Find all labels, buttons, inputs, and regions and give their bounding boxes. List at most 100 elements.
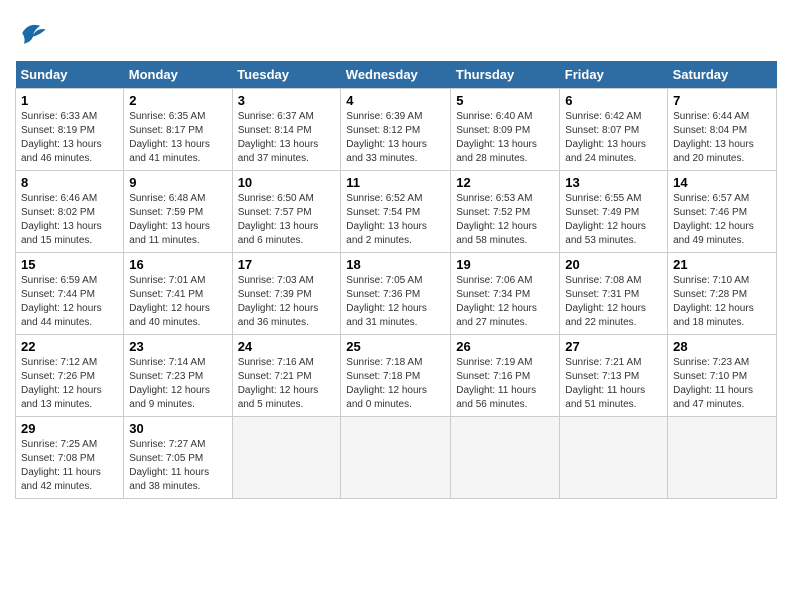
day-number: 2	[129, 93, 226, 108]
day-info: Sunrise: 6:33 AMSunset: 8:19 PMDaylight:…	[21, 110, 118, 166]
calendar-cell: 7Sunrise: 6:44 AMSunset: 8:04 PMDaylight…	[668, 89, 777, 171]
day-info: Sunrise: 7:01 AMSunset: 7:41 PMDaylight:…	[129, 274, 226, 330]
day-info: Sunrise: 6:42 AMSunset: 8:07 PMDaylight:…	[565, 110, 662, 166]
day-info: Sunrise: 7:08 AMSunset: 7:31 PMDaylight:…	[565, 274, 662, 330]
day-info: Sunrise: 6:37 AMSunset: 8:14 PMDaylight:…	[238, 110, 336, 166]
day-info: Sunrise: 6:48 AMSunset: 7:59 PMDaylight:…	[129, 192, 226, 248]
day-number: 30	[129, 421, 226, 436]
day-number: 21	[673, 257, 771, 272]
calendar-cell: 18 Sunrise: 7:05 AMSunset: 7:36 PMDayligh…	[341, 253, 451, 335]
day-number: 29	[21, 421, 118, 436]
day-info: Sunrise: 7:03 AMSunset: 7:39 PMDaylight:…	[238, 274, 336, 330]
weekday-header-monday: Monday	[124, 61, 232, 89]
logo-bird-icon	[15, 15, 51, 51]
calendar-cell: 9 Sunrise: 6:48 AMSunset: 7:59 PMDaylight…	[124, 171, 232, 253]
week-row-4: 22Sunrise: 7:12 AMSunset: 7:26 PMDayligh…	[16, 335, 777, 417]
weekday-header-wednesday: Wednesday	[341, 61, 451, 89]
calendar-cell: 29 Sunrise: 7:25 AMSunset: 7:08 PMDayligh…	[16, 417, 124, 499]
calendar-cell: 6 Sunrise: 6:42 AMSunset: 8:07 PMDaylight…	[560, 89, 668, 171]
calendar-cell: 10Sunrise: 6:50 AMSunset: 7:57 PMDayligh…	[232, 171, 341, 253]
day-info: Sunrise: 6:57 AMSunset: 7:46 PMDaylight:…	[673, 192, 771, 248]
calendar-cell: 4 Sunrise: 6:39 AMSunset: 8:12 PMDaylight…	[341, 89, 451, 171]
day-number: 28	[673, 339, 771, 354]
day-info: Sunrise: 7:23 AMSunset: 7:10 PMDaylight:…	[673, 356, 771, 412]
day-number: 5	[456, 93, 554, 108]
day-info: Sunrise: 6:46 AMSunset: 8:02 PMDaylight:…	[21, 192, 118, 248]
day-info: Sunrise: 6:40 AMSunset: 8:09 PMDaylight:…	[456, 110, 554, 166]
calendar-cell: 23 Sunrise: 7:14 AMSunset: 7:23 PMDayligh…	[124, 335, 232, 417]
day-info: Sunrise: 6:55 AMSunset: 7:49 PMDaylight:…	[565, 192, 662, 248]
day-number: 16	[129, 257, 226, 272]
calendar-cell: 14 Sunrise: 6:57 AMSunset: 7:46 PMDayligh…	[668, 171, 777, 253]
day-number: 9	[129, 175, 226, 190]
day-number: 23	[129, 339, 226, 354]
week-row-1: 1 Sunrise: 6:33 AMSunset: 8:19 PMDaylight…	[16, 89, 777, 171]
calendar-cell	[451, 417, 560, 499]
calendar-cell: 1 Sunrise: 6:33 AMSunset: 8:19 PMDaylight…	[16, 89, 124, 171]
day-info: Sunrise: 7:18 AMSunset: 7:18 PMDaylight:…	[346, 356, 445, 412]
day-info: Sunrise: 6:44 AMSunset: 8:04 PMDaylight:…	[673, 110, 771, 166]
calendar-cell: 8 Sunrise: 6:46 AMSunset: 8:02 PMDaylight…	[16, 171, 124, 253]
day-info: Sunrise: 7:10 AMSunset: 7:28 PMDaylight:…	[673, 274, 771, 330]
day-info: Sunrise: 6:39 AMSunset: 8:12 PMDaylight:…	[346, 110, 445, 166]
day-number: 4	[346, 93, 445, 108]
day-info: Sunrise: 7:27 AMSunset: 7:05 PMDaylight:…	[129, 438, 226, 494]
day-number: 14	[673, 175, 771, 190]
day-info: Sunrise: 6:52 AMSunset: 7:54 PMDaylight:…	[346, 192, 445, 248]
day-number: 19	[456, 257, 554, 272]
day-info: Sunrise: 7:14 AMSunset: 7:23 PMDaylight:…	[129, 356, 226, 412]
day-number: 12	[456, 175, 554, 190]
day-info: Sunrise: 7:16 AMSunset: 7:21 PMDaylight:…	[238, 356, 336, 412]
calendar-table: SundayMondayTuesdayWednesdayThursdayFrid…	[15, 61, 777, 499]
calendar-cell: 17 Sunrise: 7:03 AMSunset: 7:39 PMDayligh…	[232, 253, 341, 335]
day-info: Sunrise: 7:06 AMSunset: 7:34 PMDaylight:…	[456, 274, 554, 330]
day-number: 3	[238, 93, 336, 108]
day-number: 6	[565, 93, 662, 108]
calendar-cell: 25 Sunrise: 7:18 AMSunset: 7:18 PMDayligh…	[341, 335, 451, 417]
day-number: 24	[238, 339, 336, 354]
day-number: 25	[346, 339, 445, 354]
calendar-cell: 26Sunrise: 7:19 AMSunset: 7:16 PMDayligh…	[451, 335, 560, 417]
weekday-header-friday: Friday	[560, 61, 668, 89]
day-number: 13	[565, 175, 662, 190]
calendar-cell: 3 Sunrise: 6:37 AMSunset: 8:14 PMDaylight…	[232, 89, 341, 171]
day-info: Sunrise: 7:12 AMSunset: 7:26 PMDaylight:…	[21, 356, 118, 412]
week-row-2: 8 Sunrise: 6:46 AMSunset: 8:02 PMDaylight…	[16, 171, 777, 253]
day-info: Sunrise: 6:50 AMSunset: 7:57 PMDaylight:…	[238, 192, 336, 248]
calendar-cell: 30 Sunrise: 7:27 AMSunset: 7:05 PMDayligh…	[124, 417, 232, 499]
weekday-header-sunday: Sunday	[16, 61, 124, 89]
day-number: 8	[21, 175, 118, 190]
weekday-header-thursday: Thursday	[451, 61, 560, 89]
day-number: 26	[456, 339, 554, 354]
calendar-cell	[668, 417, 777, 499]
calendar-cell: 13 Sunrise: 6:55 AMSunset: 7:49 PMDayligh…	[560, 171, 668, 253]
calendar-cell: 12Sunrise: 6:53 AMSunset: 7:52 PMDayligh…	[451, 171, 560, 253]
calendar-cell: 11 Sunrise: 6:52 AMSunset: 7:54 PMDayligh…	[341, 171, 451, 253]
week-row-3: 15 Sunrise: 6:59 AMSunset: 7:44 PMDayligh…	[16, 253, 777, 335]
page-header	[15, 15, 777, 51]
calendar-cell: 20 Sunrise: 7:08 AMSunset: 7:31 PMDayligh…	[560, 253, 668, 335]
weekday-header-tuesday: Tuesday	[232, 61, 341, 89]
calendar-cell: 2Sunrise: 6:35 AMSunset: 8:17 PMDaylight…	[124, 89, 232, 171]
calendar-cell: 19 Sunrise: 7:06 AMSunset: 7:34 PMDayligh…	[451, 253, 560, 335]
calendar-cell: 27 Sunrise: 7:21 AMSunset: 7:13 PMDayligh…	[560, 335, 668, 417]
day-number: 18	[346, 257, 445, 272]
day-info: Sunrise: 7:25 AMSunset: 7:08 PMDaylight:…	[21, 438, 118, 494]
calendar-cell: 28 Sunrise: 7:23 AMSunset: 7:10 PMDayligh…	[668, 335, 777, 417]
calendar-cell: 21 Sunrise: 7:10 AMSunset: 7:28 PMDayligh…	[668, 253, 777, 335]
day-number: 17	[238, 257, 336, 272]
weekday-header-saturday: Saturday	[668, 61, 777, 89]
day-number: 11	[346, 175, 445, 190]
day-info: Sunrise: 6:59 AMSunset: 7:44 PMDaylight:…	[21, 274, 118, 330]
calendar-cell	[341, 417, 451, 499]
day-number: 1	[21, 93, 118, 108]
day-info: Sunrise: 7:05 AMSunset: 7:36 PMDaylight:…	[346, 274, 445, 330]
calendar-cell: 5 Sunrise: 6:40 AMSunset: 8:09 PMDaylight…	[451, 89, 560, 171]
logo	[15, 15, 55, 51]
day-info: Sunrise: 7:21 AMSunset: 7:13 PMDaylight:…	[565, 356, 662, 412]
day-number: 27	[565, 339, 662, 354]
calendar-cell: 22Sunrise: 7:12 AMSunset: 7:26 PMDayligh…	[16, 335, 124, 417]
calendar-cell	[232, 417, 341, 499]
day-number: 15	[21, 257, 118, 272]
day-number: 20	[565, 257, 662, 272]
